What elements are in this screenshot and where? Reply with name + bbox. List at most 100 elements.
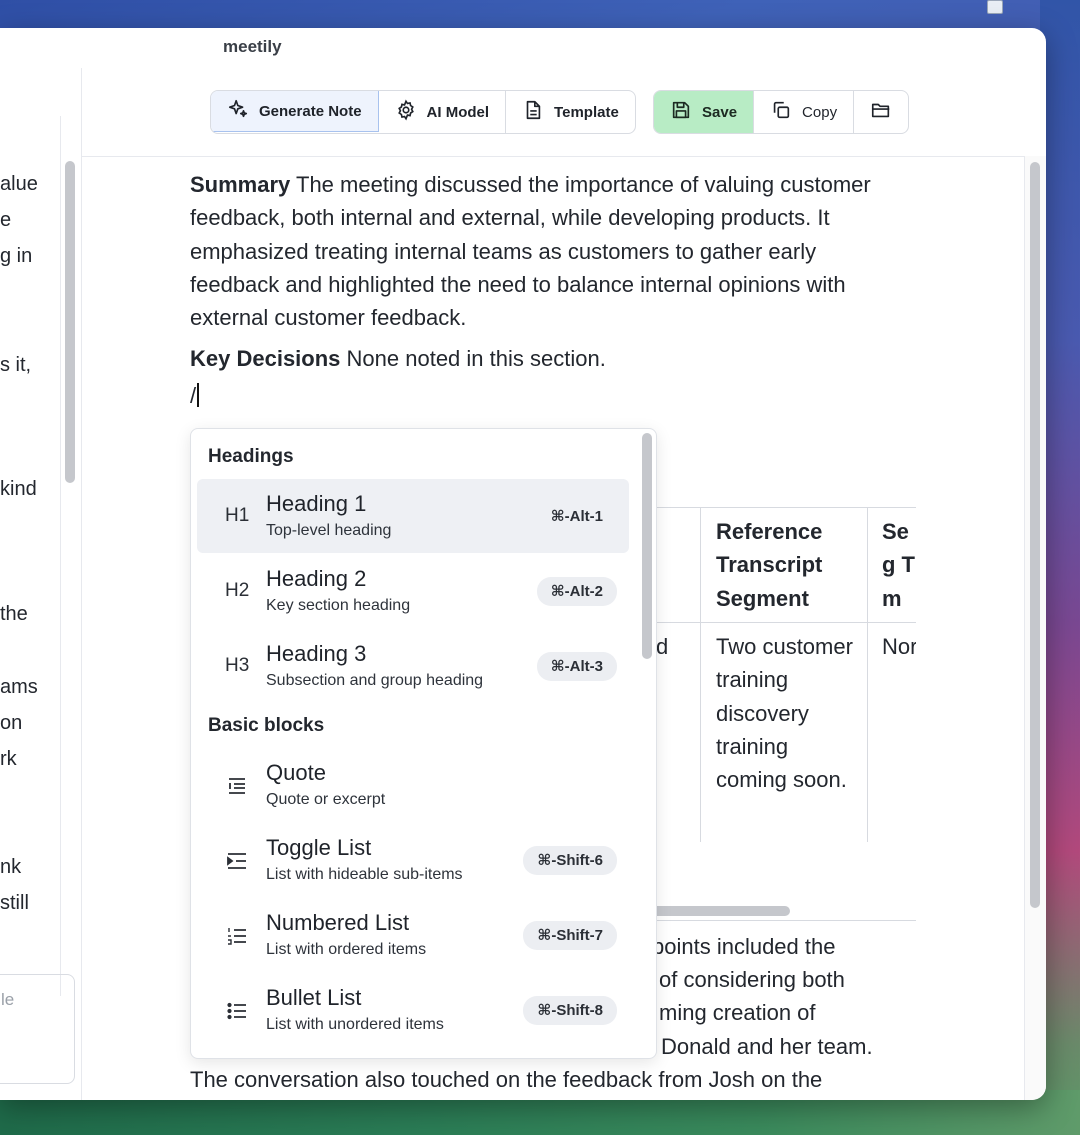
save-button[interactable]: Save	[654, 91, 755, 133]
window-title: meetily	[223, 37, 282, 56]
table-cell: d	[656, 634, 669, 659]
note-toolbar: Generate Note AI Model Template	[210, 90, 636, 134]
heading-3-icon: H3	[225, 655, 250, 676]
menu-item-subtitle: Subsection and group heading	[266, 672, 484, 689]
shortcut-badge: ⌘-Shift-6	[523, 846, 617, 875]
shortcut-badge: ⌘-Shift-7	[523, 921, 617, 950]
table-cell: Nor	[882, 634, 916, 659]
menu-item-heading-3[interactable]: H3 Heading 3 Subsection and group headin…	[197, 629, 629, 703]
menu-item-heading-1[interactable]: H1 Heading 1 Top-level heading ⌘-Alt-1	[197, 479, 629, 553]
transcript-text: g in	[0, 245, 33, 267]
generate-note-label: Generate Note	[259, 102, 362, 120]
slash-command-line[interactable]: /	[190, 383, 200, 409]
table-border	[867, 507, 868, 842]
menu-item-subtitle: List with hideable sub-items	[266, 866, 463, 883]
menu-item-quote[interactable]: Quote Quote or excerpt	[197, 748, 629, 822]
menu-item-subtitle: List with unordered items	[266, 1016, 444, 1033]
table-cell: Two customer training discovery training…	[716, 634, 853, 793]
ai-model-label: AI Model	[426, 103, 490, 121]
heading-1-icon: H1	[225, 505, 250, 526]
quote-icon	[225, 774, 249, 804]
transcript-text: alue	[0, 173, 38, 195]
menu-item-subtitle: Top-level heading	[266, 522, 392, 539]
menu-item-subtitle: List with ordered items	[266, 941, 427, 958]
transcript-text: the	[0, 603, 28, 625]
summary-text: The meeting discussed the importance of …	[190, 172, 871, 331]
copy-icon	[770, 99, 792, 125]
desktop-file-icon[interactable]	[987, 0, 1003, 14]
summary-paragraph: Summary The meeting discussed the import…	[190, 168, 900, 334]
menu-scrollbar[interactable]	[642, 433, 652, 659]
sparkles-icon	[227, 98, 249, 124]
transcript-divider	[60, 116, 61, 996]
menu-item-title: Toggle List	[266, 835, 372, 860]
text-caret	[197, 383, 200, 407]
transcript-text: ams	[0, 676, 38, 698]
toggle-list-icon	[225, 849, 249, 879]
table-header: Reference Transcript Segment	[716, 519, 823, 611]
ai-model-button[interactable]: AI Model	[379, 91, 507, 133]
note-editor[interactable]: Summary The meeting discussed the import…	[190, 168, 900, 376]
menu-item-subtitle: Quote or excerpt	[266, 791, 386, 808]
save-label: Save	[702, 103, 738, 121]
save-icon	[670, 99, 692, 125]
menu-item-toggle-list[interactable]: Toggle List List with hideable sub-items…	[197, 823, 629, 897]
gear-icon	[395, 99, 417, 125]
menu-group-label: Headings	[208, 446, 294, 467]
decisions-text: None noted in this section.	[346, 346, 606, 372]
transcript-input[interactable]: le	[0, 974, 75, 1084]
menu-item-bullet-list[interactable]: Bullet List List with unordered items ⌘-…	[197, 973, 629, 1047]
editor-top-divider	[82, 156, 1046, 157]
body-text-line: Donald and her team.	[661, 1034, 873, 1059]
menu-group-label: Basic blocks	[208, 715, 325, 736]
transcript-text: s it,	[0, 354, 32, 376]
transcript-text: e	[0, 209, 12, 231]
transcript-text: on	[0, 712, 23, 734]
body-text-line: of considering both	[659, 967, 845, 992]
table-scroll-border	[650, 920, 916, 921]
shortcut-badge: ⌘-Alt-3	[536, 652, 617, 681]
menu-item-subtitle: Key section heading	[266, 597, 411, 614]
decisions-paragraph: Key Decisions None noted in this section…	[190, 342, 900, 375]
decisions-label: Key Decisions	[190, 346, 341, 372]
folder-icon	[870, 99, 892, 125]
editor-scrollbar[interactable]	[1030, 162, 1040, 908]
slash-command-menu: Headings H1 Heading 1 Top-level heading …	[190, 428, 657, 1059]
transcript-text: nk	[0, 856, 22, 878]
slash-input: /	[190, 383, 197, 408]
menu-item-title: Numbered List	[266, 910, 410, 935]
shortcut-badge: ⌘-Alt-1	[550, 508, 603, 525]
body-text-line: points included the	[652, 934, 836, 959]
menu-item-title: Quote	[266, 760, 326, 785]
body-text-line: ming creation of	[659, 1000, 816, 1025]
table-header: Seg Tim	[882, 519, 916, 611]
table-border	[700, 507, 701, 842]
table-horizontal-scrollbar[interactable]	[640, 906, 790, 916]
copy-button[interactable]: Copy	[754, 91, 855, 133]
document-icon	[522, 99, 544, 125]
menu-item-heading-2[interactable]: H2 Heading 2 Key section heading ⌘-Alt-2	[197, 554, 629, 628]
body-text-line: The conversation also touched on the fee…	[190, 1067, 823, 1092]
summary-label: Summary	[190, 172, 291, 197]
menu-item-title: Heading 2	[266, 566, 367, 591]
transcript-text: still	[0, 892, 29, 914]
menu-item-numbered-list[interactable]: Numbered List List with ordered items ⌘-…	[197, 898, 629, 972]
generate-note-button[interactable]: Generate Note	[210, 91, 379, 132]
copy-label: Copy	[802, 103, 838, 121]
heading-2-icon: H2	[225, 580, 250, 601]
open-folder-button[interactable]	[854, 91, 908, 133]
desktop-background	[1040, 0, 1080, 1135]
template-button[interactable]: Template	[506, 91, 635, 133]
transcript-input-placeholder: le	[1, 990, 15, 1009]
menu-item-title: Heading 1	[266, 491, 367, 516]
bullet-list-icon	[225, 999, 249, 1029]
transcript-scrollbar[interactable]	[65, 161, 75, 483]
save-toolbar: Save Copy	[653, 90, 910, 134]
shortcut-badge: ⌘-Shift-8	[523, 996, 617, 1025]
menu-item-title: Bullet List	[266, 985, 362, 1010]
shortcut-badge: ⌘-Alt-2	[536, 577, 617, 606]
numbered-list-icon	[225, 924, 249, 954]
transcript-text: rk	[0, 748, 17, 770]
template-label: Template	[554, 103, 619, 121]
menu-item-title: Heading 3	[266, 641, 367, 666]
